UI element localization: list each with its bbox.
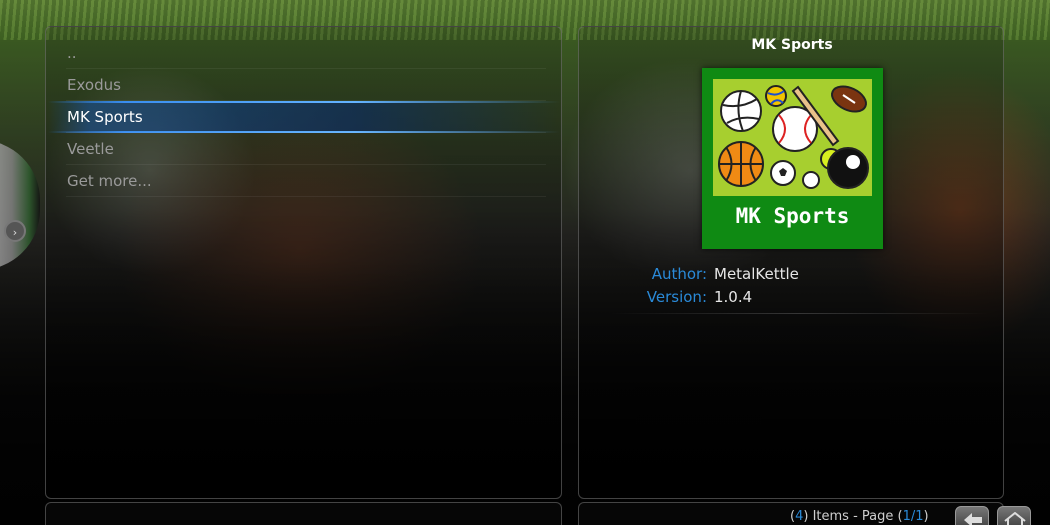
list-item-label: Get more... — [67, 172, 152, 190]
kodi-addon-browser: › .. Exodus MK Sports Veetle Get more...… — [0, 0, 1050, 525]
page-number: 1/1 — [902, 509, 924, 524]
meta-divider — [609, 313, 989, 314]
page-status: (4) Items - Page (1/1) — [790, 509, 929, 524]
author-label: Author: — [651, 265, 707, 283]
addon-info-panel: MK Sports MK Sports Author: MetalKettle … — [578, 26, 1004, 499]
author-value: MetalKettle — [714, 265, 799, 283]
addon-list-panel: .. Exodus MK Sports Veetle Get more... — [45, 26, 562, 499]
version-label: Version: — [646, 288, 707, 306]
back-button[interactable] — [955, 506, 989, 525]
version-value: 1.0.4 — [714, 288, 753, 306]
home-icon — [1004, 512, 1026, 525]
addon-title: MK Sports — [751, 37, 833, 53]
list-item-get-more[interactable]: Get more... — [66, 165, 546, 197]
side-menu-handle[interactable]: › — [4, 220, 26, 242]
list-item-mk-sports[interactable]: MK Sports — [66, 101, 546, 133]
list-item-label: .. — [67, 44, 77, 62]
list-item-exodus[interactable]: Exodus — [66, 69, 546, 101]
addon-thumbnail: MK Sports — [702, 68, 883, 249]
back-arrow-icon — [964, 513, 982, 525]
thumbnail-caption: MK Sports — [735, 204, 850, 228]
list-item-label: Exodus — [67, 76, 121, 94]
list-item-veetle[interactable]: Veetle — [66, 133, 546, 165]
sports-balls-icon — [713, 79, 872, 196]
author-row: Author: MetalKettle — [579, 263, 1005, 285]
list-item-label: Veetle — [67, 140, 114, 158]
list-item-parent[interactable]: .. — [66, 37, 546, 69]
items-page-text: Items - Page — [812, 509, 894, 524]
list-panel-lower — [45, 502, 562, 525]
home-button[interactable] — [997, 506, 1031, 525]
version-row: Version: 1.0.4 — [579, 286, 1005, 308]
item-count: 4 — [795, 509, 804, 524]
list-item-label: MK Sports — [67, 108, 143, 126]
